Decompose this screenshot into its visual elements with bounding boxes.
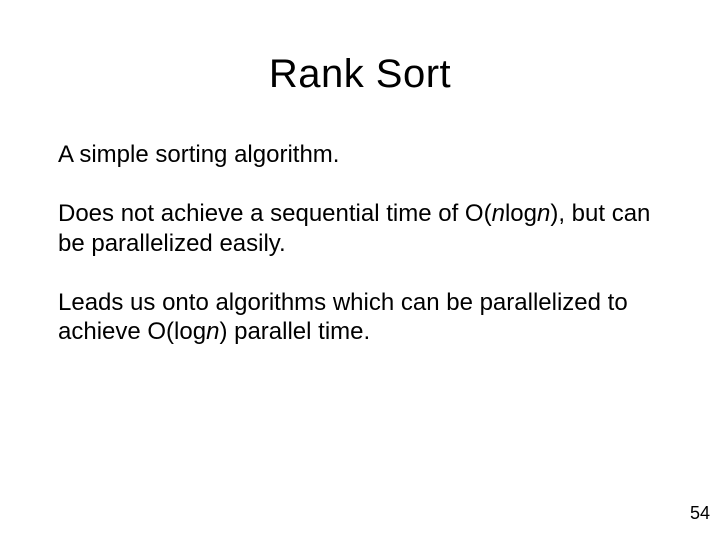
paragraph-3: Leads us onto algorithms which can be pa…: [58, 288, 662, 347]
paragraph-2: Does not achieve a sequential time of O(…: [58, 199, 662, 258]
page-number: 54: [690, 503, 710, 524]
p2-text-a: Does not achieve a sequential time of O(: [58, 200, 492, 227]
p3-var-n: n: [206, 318, 219, 345]
p3-text-b: ) parallel time.: [219, 318, 370, 345]
p2-text-b: log: [505, 200, 537, 227]
slide-title: Rank Sort: [0, 52, 720, 97]
slide: Rank Sort A simple sorting algorithm. Do…: [0, 0, 720, 540]
paragraph-1: A simple sorting algorithm.: [58, 140, 662, 169]
slide-body: A simple sorting algorithm. Does not ach…: [58, 140, 662, 376]
p2-var-n2: n: [537, 200, 550, 227]
p2-var-n1: n: [492, 200, 505, 227]
